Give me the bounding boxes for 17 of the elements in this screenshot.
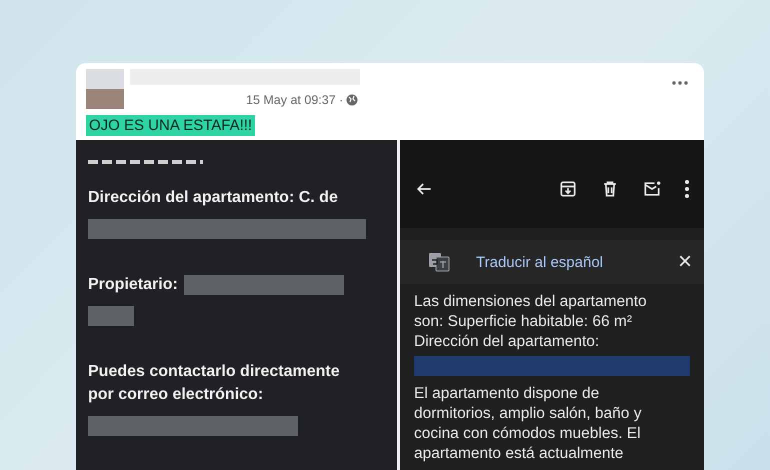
field-label: Puedes contactarlo directamente por correo electrónico:: [88, 362, 341, 405]
post-caption: OJO ES UNA ESTAFA!!!: [86, 115, 256, 136]
email-paragraph: El apartamento dispone de dormitorios, amplio salón, baño y cocina con cómodos muebles. El apartamento está actualmente: [414, 384, 642, 464]
post-timestamp: 15 May at 09:37 ·: [246, 93, 358, 107]
archive-icon: [558, 179, 578, 199]
translate-icon: [428, 252, 450, 272]
translate-link[interactable]: Traducir al español: [476, 254, 652, 270]
close-button[interactable]: ×: [678, 250, 692, 274]
kebab-menu-icon: [684, 179, 690, 199]
archive-button[interactable]: [558, 179, 578, 199]
ellipsis-icon: [672, 81, 688, 85]
redacted-block: [88, 306, 134, 326]
field-label: Dirección del apartamento: C. de: [88, 188, 339, 208]
avatar-placeholder: [86, 69, 124, 109]
email-paragraph: Las dimensiones del apartamento son: Superficie habitable: 66 m² Dirección del apartamento:: [414, 292, 648, 352]
field-label: Propietario:: [88, 275, 178, 295]
more-options-button[interactable]: [684, 179, 690, 199]
